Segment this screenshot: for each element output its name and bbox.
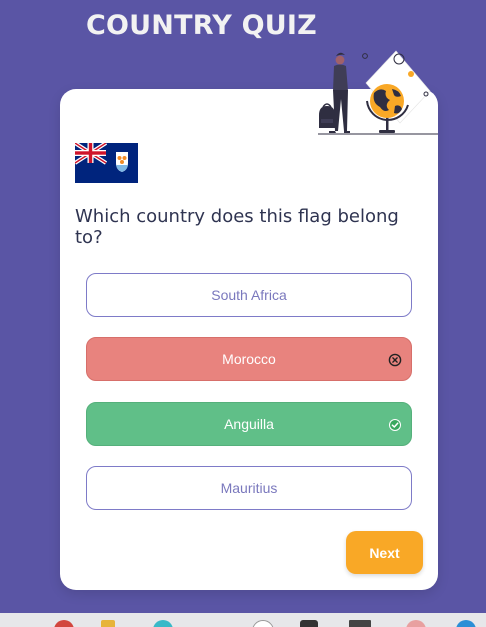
close-circle-icon [388, 353, 402, 367]
taskbar-app-icon[interactable] [54, 620, 74, 627]
traveler-globe-illustration [318, 50, 438, 135]
answer-option-label: Morocco [222, 351, 276, 367]
next-button[interactable]: Next [346, 531, 423, 574]
os-taskbar [0, 613, 486, 627]
answer-option-south-africa[interactable]: South Africa [86, 273, 412, 317]
taskbar-app-icon[interactable] [252, 620, 274, 627]
page-title: COUNTRY QUIZ [86, 10, 317, 41]
taskbar-app-icon[interactable] [456, 620, 476, 627]
answer-option-label: South Africa [211, 287, 287, 303]
check-circle-icon [389, 419, 401, 431]
answer-option-anguilla[interactable]: Anguilla [86, 402, 412, 446]
anguilla-flag-icon [75, 143, 138, 183]
answer-option-label: Anguilla [224, 416, 274, 432]
answer-option-mauritius[interactable]: Mauritius [86, 466, 412, 510]
taskbar-app-icon[interactable] [349, 620, 371, 627]
answer-option-label: Mauritius [220, 480, 278, 496]
taskbar-app-icon[interactable] [153, 620, 173, 627]
taskbar-app-icon[interactable] [406, 620, 426, 627]
taskbar-folder-icon[interactable] [101, 620, 115, 627]
taskbar-app-icon[interactable] [300, 620, 318, 627]
answer-option-morocco[interactable]: Morocco [86, 337, 412, 381]
question-text: Which country does this flag belong to? [75, 206, 399, 248]
